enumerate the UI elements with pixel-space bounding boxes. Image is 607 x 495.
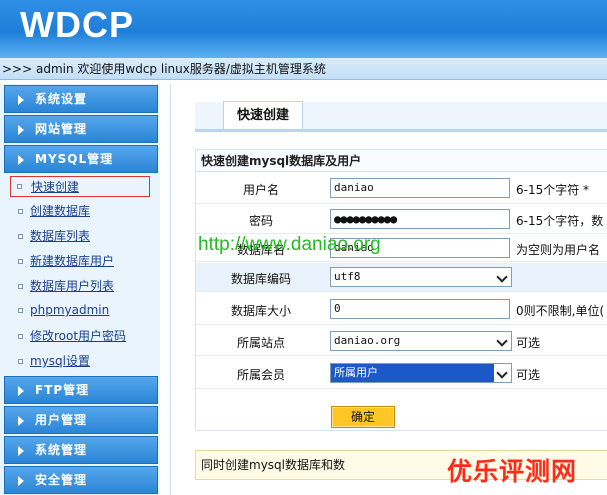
bullet-icon <box>18 334 23 339</box>
tab-quick-create[interactable]: 快速创建 <box>223 101 303 129</box>
chevron-down-icon <box>494 332 511 350</box>
sidebar-item-db-user-list[interactable]: 数据库用户列表 <box>10 276 150 297</box>
expand-arrow-icon <box>18 125 24 135</box>
username-input[interactable]: daniao <box>330 178 510 198</box>
sidebar-item-mysql-settings[interactable]: mysql设置 <box>10 351 150 372</box>
sidebar-group-system-settings[interactable]: 系统设置 <box>4 85 158 113</box>
quick-create-form: 快速创建mysql数据库及用户 用户名 daniao 6-15个字符 * 密码 … <box>195 149 607 431</box>
sidebar-item-create-database[interactable]: 创建数据库 <box>10 201 150 222</box>
bullet-icon <box>18 209 23 214</box>
submit-button[interactable]: 确定 <box>331 406 395 428</box>
app-header: WDCP <box>0 0 607 58</box>
expand-arrow-icon <box>18 416 24 426</box>
sidebar-item-new-db-user[interactable]: 新建数据库用户 <box>10 251 150 272</box>
bullet-icon <box>18 259 23 264</box>
size-input[interactable]: 0 <box>330 299 510 319</box>
sidebar-group-ftp-management[interactable]: FTP管理 <box>4 376 158 404</box>
form-row-site: 所属站点 daniao.org 可选 <box>196 326 607 356</box>
password-input[interactable]: ●●●●●●●●●● <box>330 209 510 229</box>
site-label: 所属站点 <box>236 336 285 350</box>
chevron-down-icon <box>494 364 511 382</box>
welcome-bar: >>> admin 欢迎使用wdcp linux服务器/虚拟主机管理系统 <box>0 58 607 80</box>
expand-arrow-icon <box>18 446 24 456</box>
expand-arrow-icon <box>18 476 24 486</box>
size-hint: 0则不限制,单位( <box>516 304 605 318</box>
form-row-size: 数据库大小 0 0则不限制,单位( <box>196 293 607 325</box>
sidebar-group-system-management[interactable]: 系统管理 <box>4 436 158 464</box>
sidebar-item-database-list[interactable]: 数据库列表 <box>10 226 150 247</box>
expand-arrow-icon <box>18 386 24 396</box>
bullet-icon <box>18 284 23 289</box>
form-row-encoding: 数据库编码 utf8 <box>196 263 607 292</box>
site-select[interactable]: daniao.org <box>330 331 512 351</box>
bullet-icon <box>18 308 23 313</box>
sidebar-item-phpmyadmin[interactable]: phpmyadmin <box>10 300 150 321</box>
username-hint: 6-15个字符 * <box>516 183 590 197</box>
expand-arrow-icon <box>18 95 24 105</box>
size-label: 数据库大小 <box>230 304 291 318</box>
encoding-select[interactable]: utf8 <box>330 267 512 287</box>
password-hint: 6-15个字符，数 <box>516 214 604 228</box>
form-title: 快速创建mysql数据库及用户 <box>196 150 607 172</box>
password-label: 密码 <box>248 214 273 228</box>
url-watermark: http://www.daniao.org <box>198 234 381 255</box>
bullet-icon <box>17 184 22 189</box>
form-row-member: 所属会员 所属用户 可选 <box>196 357 607 389</box>
member-select[interactable]: 所属用户 <box>330 363 512 383</box>
sidebar-group-site-management[interactable]: 网站管理 <box>4 115 158 143</box>
chevron-down-icon <box>494 268 511 286</box>
username-label: 用户名 <box>242 183 279 197</box>
encoding-label: 数据库编码 <box>230 272 291 286</box>
sidebar: 系统设置 网站管理 MYSQL管理 快速创建 创建数据库 数据库列表 新建数据库… <box>0 84 160 495</box>
bullet-icon <box>18 234 23 239</box>
app-logo: WDCP <box>20 4 134 45</box>
bullet-icon <box>18 359 23 364</box>
sidebar-item-quick-create[interactable]: 快速创建 <box>10 176 150 197</box>
dbname-hint: 为空则为用户名 <box>516 243 601 257</box>
form-row-username: 用户名 daniao 6-15个字符 * <box>196 173 607 204</box>
sidebar-group-user-management[interactable]: 用户管理 <box>4 406 158 434</box>
sidebar-item-change-root-password[interactable]: 修改root用户密码 <box>10 326 150 347</box>
form-row-password: 密码 ●●●●●●●●●● 6-15个字符，数 <box>196 205 607 234</box>
member-hint: 可选 <box>516 368 541 382</box>
sidebar-group-security-management[interactable]: 安全管理 <box>4 466 158 494</box>
site-hint: 可选 <box>516 336 541 350</box>
expand-arrow-icon <box>18 155 24 165</box>
main-content: 快速创建 快速创建mysql数据库及用户 用户名 daniao 6-15个字符 … <box>170 84 607 495</box>
corner-brand-watermark: 优乐评测网 <box>447 457 578 486</box>
sidebar-group-mysql-management[interactable]: MYSQL管理 <box>4 145 158 173</box>
member-label: 所属会员 <box>236 368 285 382</box>
